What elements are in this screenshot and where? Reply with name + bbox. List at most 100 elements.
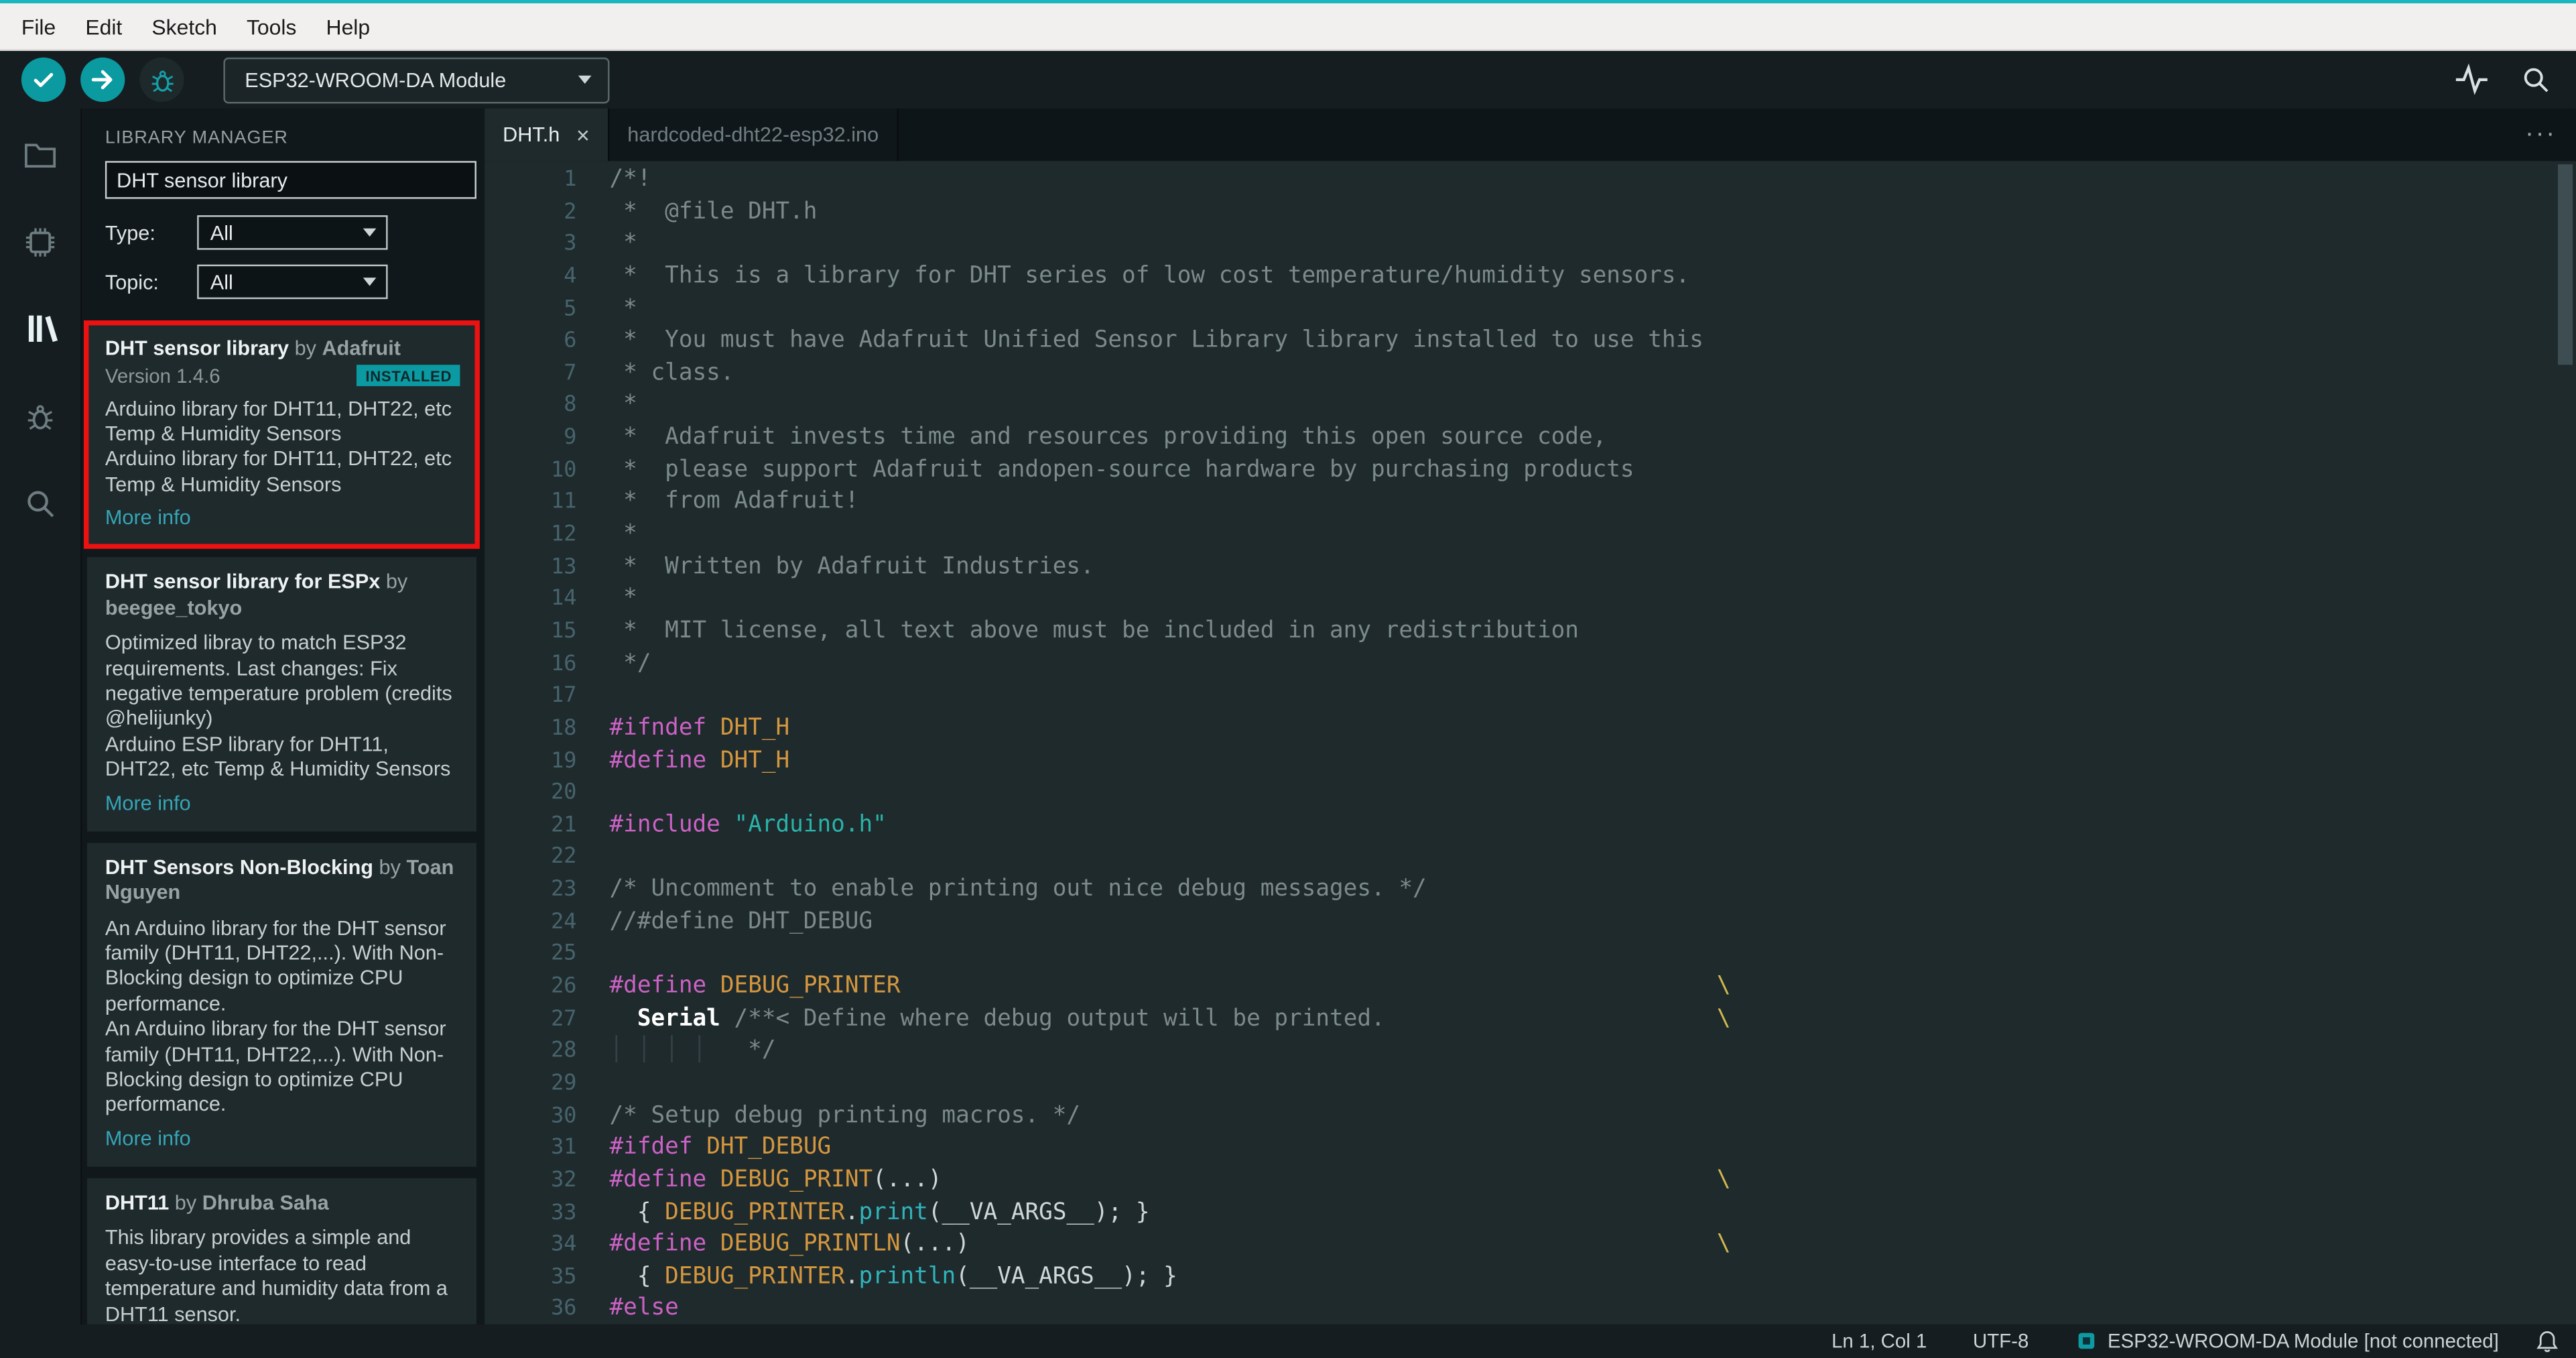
editor-tab-1[interactable]: hardcoded-dht22-esp32.ino xyxy=(609,108,899,162)
sidebar-item-debug[interactable] xyxy=(11,386,70,445)
code-token: #else xyxy=(609,1295,679,1322)
library-version: Version 1.4.6 xyxy=(105,364,220,387)
library-item-2[interactable]: DHT Sensors Non-Blocking by Toan Nguyen A… xyxy=(86,842,476,1167)
line-number: 2 xyxy=(564,200,577,225)
code-line: 17 xyxy=(485,681,2576,713)
menu-item-edit[interactable]: Edit xyxy=(70,14,137,39)
board-status-label: ESP32-WROOM-DA Module [not connected] xyxy=(2108,1329,2499,1353)
menu-item-tools[interactable]: Tools xyxy=(232,14,312,39)
code-token: * xyxy=(609,391,637,418)
code-text: * xyxy=(576,390,2576,422)
more-info-link[interactable]: More info xyxy=(105,792,460,814)
description-paragraph: An Arduino library for the DHT sensor fa… xyxy=(105,916,446,1015)
code-token: */ xyxy=(609,650,651,677)
code-line: 6 * You must have Adafruit Unified Senso… xyxy=(485,326,2576,358)
code-line: 10 * please support Adafruit andopen-sou… xyxy=(485,454,2576,487)
code-editor[interactable]: 1/*! 2 * @file DHT.h 3 * 4 * This is a libr… xyxy=(485,161,2576,1324)
upload-button[interactable] xyxy=(80,57,125,102)
code-line: 1 /*! xyxy=(485,164,2576,196)
code-token: * from Adafruit! xyxy=(609,489,859,515)
code-text: * xyxy=(576,294,2576,326)
code-token: #ifndef xyxy=(609,715,707,741)
toolbar: ESP32-WROOM-DA Module xyxy=(0,50,2576,109)
code-token: * xyxy=(609,295,637,322)
debug-button[interactable] xyxy=(139,57,184,102)
code-lines: 1/*! 2 * @file DHT.h 3 * 4 * This is a libr… xyxy=(485,164,2576,1324)
line-number: 25 xyxy=(551,942,577,967)
code-token: \ xyxy=(1716,973,1731,999)
code-line: 35 { DEBUG_PRINTER.println(__VA_ARGS__);… xyxy=(485,1261,2576,1294)
tab-overflow-menu[interactable]: ··· xyxy=(2506,109,2576,161)
code-token: \ xyxy=(1716,1005,1731,1032)
more-info-link[interactable]: More info xyxy=(105,506,460,529)
code-text: /* Setup debug printing macros. */ xyxy=(576,1100,2576,1132)
code-token: * MIT license, all text above must be in… xyxy=(609,617,1579,644)
close-icon[interactable]: × xyxy=(576,123,590,146)
library-item-title: DHT11 by Dhruba Saha xyxy=(105,1191,460,1217)
sidebar-item-library-manager[interactable] xyxy=(11,299,70,358)
editor-tab-0[interactable]: DHT.h × xyxy=(485,108,610,162)
magnifier-icon xyxy=(2518,62,2553,97)
library-item-title: DHT sensor library by Adafruit xyxy=(105,337,460,363)
editor-scrollbar[interactable] xyxy=(2558,164,2573,365)
code-text: * xyxy=(576,229,2576,261)
filter-select-topic[interactable]: All xyxy=(197,264,388,300)
line-number: 24 xyxy=(551,910,577,935)
serial-plotter-button[interactable] xyxy=(2453,61,2490,99)
notifications-bell[interactable] xyxy=(2535,1329,2560,1354)
encoding-indicator[interactable]: UTF-8 xyxy=(1973,1330,2028,1353)
code-token: DEBUG_PRINTER xyxy=(665,1263,845,1290)
code-token: /*! xyxy=(609,166,651,192)
library-description: Optimized libray to match ESP32 requirem… xyxy=(105,631,460,784)
code-token: * xyxy=(609,230,637,257)
code-line: 24 //#define DHT_DEBUG xyxy=(485,907,2576,939)
code-token: \ xyxy=(1716,1231,1731,1257)
sidebar-item-boards-manager[interactable] xyxy=(11,212,70,271)
code-token: DHT_DEBUG xyxy=(706,1134,832,1161)
code-text: * Written by Adafruit Industries. xyxy=(576,552,2576,584)
line-number: 5 xyxy=(564,296,577,322)
sidebar-item-sketchbook[interactable] xyxy=(11,125,70,184)
description-paragraph: This library provides a simple and easy-… xyxy=(105,1226,448,1324)
library-list: DHT sensor library by Adafruit Version 1.… xyxy=(82,314,485,1324)
waveform-icon xyxy=(2453,61,2490,99)
line-number: 22 xyxy=(551,845,577,870)
library-item-0[interactable]: DHT sensor library by Adafruit Version 1.… xyxy=(84,320,480,550)
line-number: 19 xyxy=(551,748,577,774)
line-number: 34 xyxy=(551,1232,577,1257)
code-token: */ xyxy=(748,1037,776,1064)
board-selector[interactable]: ESP32-WROOM-DA Module xyxy=(223,56,610,103)
code-token: DEBUG_PRINTER xyxy=(720,973,901,999)
menu-item-help[interactable]: Help xyxy=(311,14,385,39)
installed-badge: INSTALLED xyxy=(357,365,460,387)
serial-monitor-button[interactable] xyxy=(2518,62,2553,97)
line-number: 33 xyxy=(551,1200,577,1225)
library-name: DHT11 xyxy=(105,1190,170,1215)
menu-item-file[interactable]: File xyxy=(7,14,70,39)
code-token: #define xyxy=(609,973,707,999)
code-text: * class. xyxy=(576,358,2576,390)
code-text: { DEBUG_PRINTER.println(__VA_ARGS__); } xyxy=(576,1261,2576,1294)
library-item-1[interactable]: DHT sensor library for ESPx by beegee_to… xyxy=(86,557,476,831)
sidebar-item-search[interactable] xyxy=(11,473,70,532)
tab-label: DHT.h xyxy=(503,123,560,147)
board-status[interactable]: ESP32-WROOM-DA Module [not connected] xyxy=(2075,1330,2499,1353)
code-token: "Arduino.h" xyxy=(734,811,887,838)
menu-item-sketch[interactable]: Sketch xyxy=(137,14,232,39)
code-line: 8 * xyxy=(485,390,2576,422)
filter-select-type[interactable]: All xyxy=(197,215,388,250)
library-item-3[interactable]: DHT11 by Dhruba Saha This library provide… xyxy=(86,1178,476,1324)
code-text: /* Uncomment to enable printing out nice… xyxy=(576,874,2576,906)
cursor-position[interactable]: Ln 1, Col 1 xyxy=(1831,1330,1927,1353)
code-text: #else xyxy=(576,1294,2576,1324)
more-info-link[interactable]: More info xyxy=(105,1127,460,1150)
code-text: │ │ │ │ */ xyxy=(576,1036,2576,1068)
code-token: { xyxy=(609,1198,665,1225)
library-search-input[interactable] xyxy=(105,161,476,199)
code-line: 28 │ │ │ │ */ xyxy=(485,1036,2576,1068)
code-token: DHT_H xyxy=(720,747,790,774)
verify-button[interactable] xyxy=(21,57,66,102)
